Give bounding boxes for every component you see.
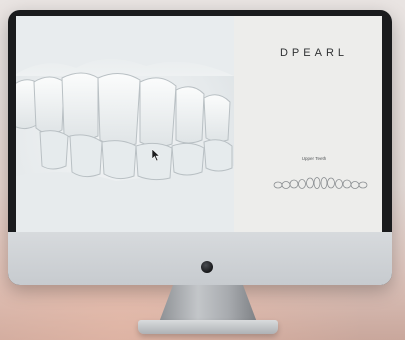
monitor-stand <box>158 285 258 325</box>
monitor-logo-dot <box>201 261 213 273</box>
upper-teeth-arch-icon[interactable] <box>272 176 368 192</box>
view-label: Upper Teeth <box>301 156 327 161</box>
teeth-render <box>16 16 234 232</box>
monitor-chin <box>8 232 392 285</box>
monitor-stand-base <box>138 320 278 334</box>
mouse-pointer-icon <box>151 148 161 162</box>
brand-logo: DPEARL <box>279 47 349 59</box>
teeth-3d-viewport[interactable] <box>16 16 234 232</box>
